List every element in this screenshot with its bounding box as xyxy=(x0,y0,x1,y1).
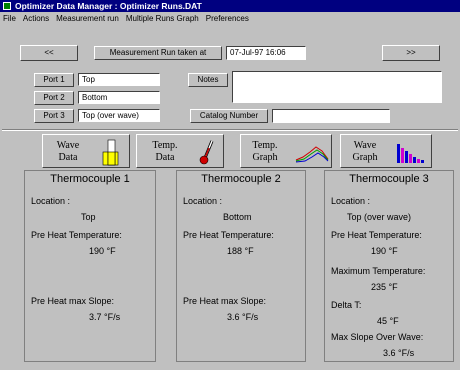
previous-run-button[interactable]: << xyxy=(20,45,78,61)
temp-data-button[interactable]: Temp. Data xyxy=(136,134,224,168)
tc3-wave-slope-value: 3.6 °F/s xyxy=(383,348,415,358)
bar-graph-icon xyxy=(397,144,424,163)
wave-data-line2: Data xyxy=(58,152,78,163)
tc2-slope-label: Pre Heat max Slope: xyxy=(183,296,267,306)
tc3-preheat-value: 190 °F xyxy=(371,246,398,256)
wave-graph-line1: Wave xyxy=(353,140,377,151)
tc3-location-value: Top (over wave) xyxy=(347,212,412,222)
tc2-preheat-value: 188 °F xyxy=(227,246,254,256)
tc3-preheat-label: Pre Heat Temperature: xyxy=(331,230,422,240)
temp-graph-line2: Graph xyxy=(252,152,278,163)
port-2-label: Port 2 xyxy=(34,91,74,105)
temp-graph-button[interactable]: Temp. Graph xyxy=(240,134,332,168)
tc3-delta-value: 45 °F xyxy=(377,316,399,326)
tc1-slope-label: Pre Heat max Slope: xyxy=(31,296,115,306)
tc3-delta-label: Delta T: xyxy=(331,300,362,310)
wave-data-icon xyxy=(102,139,119,166)
tc2-location-label: Location : xyxy=(183,196,223,206)
tc2-preheat-label: Pre Heat Temperature: xyxy=(183,230,274,240)
menu-file[interactable]: File xyxy=(3,14,16,23)
tc2-location-value: Bottom xyxy=(223,212,252,222)
thermocouple-1-title: Thermocouple 1 xyxy=(50,173,130,185)
thermocouple-2-title: Thermocouple 2 xyxy=(201,173,281,185)
wave-graph-line2: Graph xyxy=(352,152,378,163)
menu-measurement-run[interactable]: Measurement run xyxy=(56,14,119,23)
menu-actions[interactable]: Actions xyxy=(23,14,49,23)
tc3-max-label: Maximum Temperature: xyxy=(331,266,426,276)
app-icon[interactable] xyxy=(3,2,11,10)
thermometer-icon xyxy=(199,140,214,165)
catalog-number-field[interactable] xyxy=(272,109,390,123)
menu-bar: File Actions Measurement run Multiple Runs … xyxy=(0,12,460,25)
thermocouple-3-title: Thermocouple 3 xyxy=(349,173,429,185)
window-title: Optimizer Data Manager : Optimizer Runs.… xyxy=(15,1,202,11)
tc3-wave-slope-label: Max Slope Over Wave: xyxy=(331,332,424,342)
next-run-button[interactable]: >> xyxy=(382,45,440,61)
port-3-field[interactable]: Top (over wave) xyxy=(78,109,160,122)
separator xyxy=(2,129,458,131)
temp-data-line2: Data xyxy=(155,152,175,163)
measurement-run-label: Measurement Run taken at xyxy=(94,46,222,60)
port-1-field[interactable]: Top xyxy=(78,73,160,86)
menu-multiple-runs-graph[interactable]: Multiple Runs Graph xyxy=(126,14,199,23)
tc1-slope-value: 3.7 °F/s xyxy=(89,312,121,322)
menu-preferences[interactable]: Preferences xyxy=(206,14,249,23)
tc1-preheat-label: Pre Heat Temperature: xyxy=(31,230,122,240)
thermocouple-1-panel: Thermocouple 1 Location : Top Pre Heat T… xyxy=(24,170,156,362)
tc1-preheat-value: 190 °F xyxy=(89,246,116,256)
thermocouple-3-panel: Thermocouple 3 Location : Top (over wave… xyxy=(324,170,454,362)
wave-graph-button[interactable]: Wave Graph xyxy=(340,134,432,168)
port-2-field[interactable]: Bottom xyxy=(78,91,160,104)
notes-field[interactable] xyxy=(232,71,442,103)
tc2-slope-value: 3.6 °F/s xyxy=(227,312,259,322)
tc1-location-value: Top xyxy=(81,212,96,222)
tc1-location-label: Location : xyxy=(31,196,71,206)
title-bar: Optimizer Data Manager : Optimizer Runs.… xyxy=(0,0,460,12)
wave-data-line1: Wave xyxy=(56,140,80,151)
thermocouple-2-panel: Thermocouple 2 Location : Bottom Pre Hea… xyxy=(176,170,306,362)
port-1-label: Port 1 xyxy=(34,73,74,87)
wave-data-button[interactable]: Wave Data xyxy=(42,134,130,168)
measurement-date-field[interactable]: 07-Jul-97 16:06 xyxy=(226,46,306,60)
catalog-number-label: Catalog Number xyxy=(190,109,268,123)
tc3-location-label: Location : xyxy=(331,196,371,206)
notes-label: Notes xyxy=(188,73,228,87)
port-3-label: Port 3 xyxy=(34,109,74,123)
temp-graph-line1: Temp. xyxy=(252,140,278,151)
line-graph-icon xyxy=(295,146,329,163)
tc3-max-value: 235 °F xyxy=(371,282,398,292)
temp-data-line1: Temp. xyxy=(152,140,178,151)
